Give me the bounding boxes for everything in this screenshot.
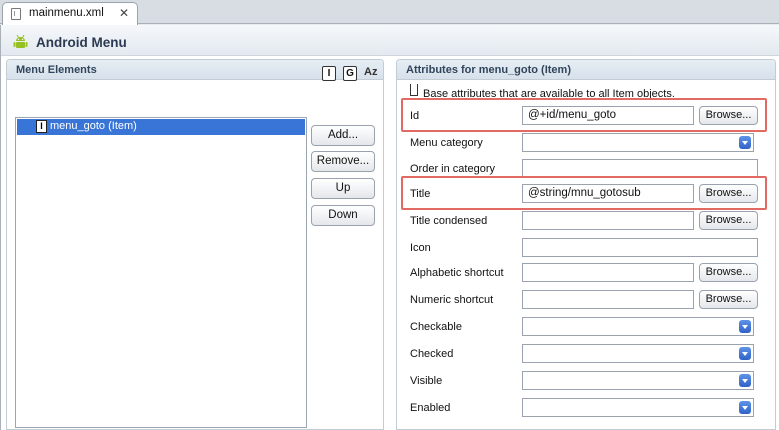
alphabetic-shortcut-field[interactable] <box>522 263 694 282</box>
chevron-down-icon[interactable] <box>739 374 751 387</box>
android-icon <box>13 34 28 48</box>
xml-file-icon <box>11 8 21 20</box>
menu-elements-tree[interactable]: I menu_goto (Item) <box>15 117 307 428</box>
tab-mainmenu-xml[interactable]: mainmenu.xml ✕ <box>2 2 138 25</box>
bracket-icon <box>410 84 418 96</box>
menu-elements-section: Menu Elements I G Az I menu_goto (Item) … <box>6 59 384 430</box>
chevron-down-icon[interactable] <box>739 347 751 360</box>
up-button[interactable]: Up <box>311 178 375 199</box>
title-row-highlight <box>401 176 767 210</box>
chevron-down-icon[interactable] <box>739 401 751 414</box>
tree-item-menu-goto[interactable]: I menu_goto (Item) <box>17 119 305 135</box>
down-button[interactable]: Down <box>311 205 375 226</box>
id-row-highlight <box>401 98 767 132</box>
section-title: Attributes for menu_goto (Item) <box>406 64 571 76</box>
checked-combo[interactable] <box>522 344 754 363</box>
order-in-category-label: Order in category <box>410 163 495 175</box>
icon-field[interactable] <box>522 238 758 257</box>
sort-alpha-icon[interactable]: Az <box>364 66 377 78</box>
title-condensed-browse-button[interactable]: Browse... <box>699 211 758 230</box>
checkable-label: Checkable <box>410 321 462 333</box>
icon-label: Icon <box>410 242 431 254</box>
numeric-shortcut-browse-button[interactable]: Browse... <box>699 290 758 309</box>
add-button[interactable]: Add... <box>311 125 375 146</box>
enabled-combo[interactable] <box>522 398 754 417</box>
title-condensed-label: Title condensed <box>410 215 488 227</box>
chevron-down-icon[interactable] <box>739 136 751 149</box>
alphabetic-shortcut-label: Alphabetic shortcut <box>410 267 504 279</box>
editor-header: Android Menu <box>1 25 779 56</box>
attributes-section: Attributes for menu_goto (Item) Base att… <box>396 59 776 430</box>
enabled-label: Enabled <box>410 402 451 414</box>
page-title: Android Menu <box>36 35 127 50</box>
editor-tab-strip: mainmenu.xml ✕ <box>0 0 779 25</box>
tab-label: mainmenu.xml <box>29 7 104 19</box>
numeric-shortcut-field[interactable] <box>522 290 694 309</box>
chevron-down-icon[interactable] <box>739 320 751 333</box>
menu-category-label: Menu category <box>410 137 483 149</box>
group-view-icon[interactable]: G <box>343 66 357 81</box>
menu-category-combo[interactable] <box>522 133 754 152</box>
checked-label: Checked <box>410 348 454 360</box>
attributes-header: Attributes for menu_goto (Item) <box>397 60 775 80</box>
section-title: Menu Elements <box>16 64 97 76</box>
visible-combo[interactable] <box>522 371 754 390</box>
menu-editor: Android Menu Menu Elements I G Az I menu… <box>0 25 779 430</box>
numeric-shortcut-label: Numeric shortcut <box>410 294 494 306</box>
close-icon[interactable]: ✕ <box>117 6 131 20</box>
title-condensed-field[interactable] <box>522 211 694 230</box>
item-view-icon[interactable]: I <box>322 66 336 81</box>
visible-label: Visible <box>410 375 443 387</box>
checkable-combo[interactable] <box>522 317 754 336</box>
alphabetic-shortcut-browse-button[interactable]: Browse... <box>699 263 758 282</box>
item-node-icon: I <box>36 120 47 133</box>
tree-item-label: menu_goto (Item) <box>50 120 137 132</box>
remove-button[interactable]: Remove... <box>311 151 375 172</box>
